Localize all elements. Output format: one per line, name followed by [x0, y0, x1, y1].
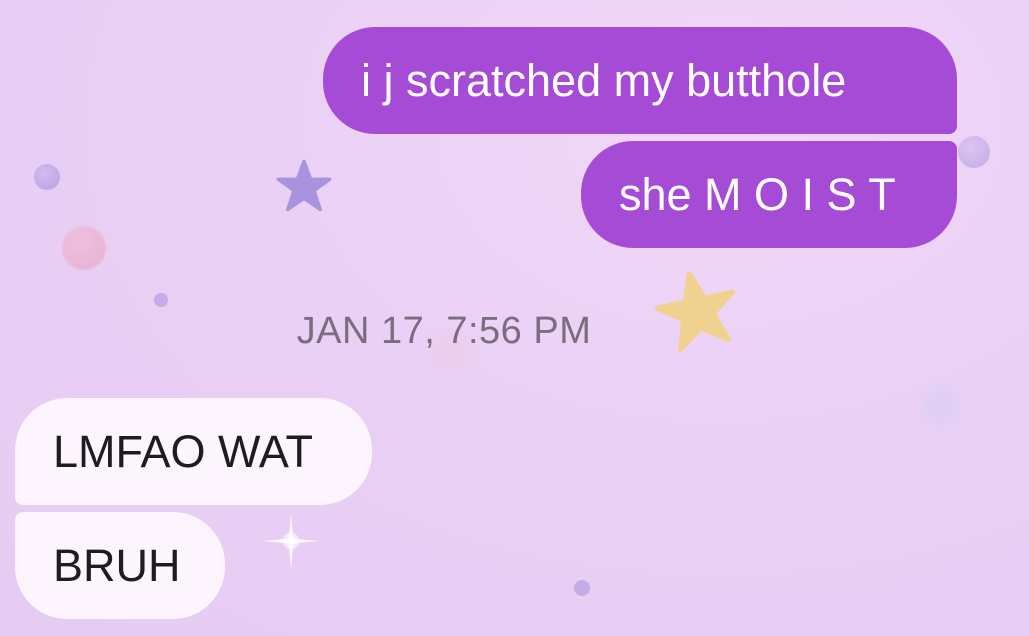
outgoing-message-bubble[interactable]: she M O I S T	[581, 141, 957, 248]
message-text: LMFAO WAT	[53, 426, 314, 477]
outgoing-message-bubble[interactable]: i j scratched my butthole	[323, 27, 957, 134]
bubble-orb-decoration	[958, 136, 990, 168]
incoming-message-bubble[interactable]: BRUH	[15, 512, 225, 619]
message-text: i j scratched my butthole	[361, 55, 847, 106]
star-icon	[276, 159, 332, 212]
message-text: BRUH	[53, 540, 181, 591]
bubble-orb-decoration	[574, 580, 590, 596]
bubble-orb-decoration	[62, 226, 106, 270]
bubble-orb-decoration	[154, 293, 168, 307]
bubble-orb-decoration	[34, 164, 60, 190]
sparkle-icon	[263, 513, 319, 569]
message-timestamp: JAN 17, 7:56 PM	[296, 310, 592, 352]
incoming-message-bubble[interactable]: LMFAO WAT	[15, 398, 372, 505]
bubble-orb-decoration	[918, 384, 964, 430]
message-text: she M O I S T	[619, 169, 896, 220]
